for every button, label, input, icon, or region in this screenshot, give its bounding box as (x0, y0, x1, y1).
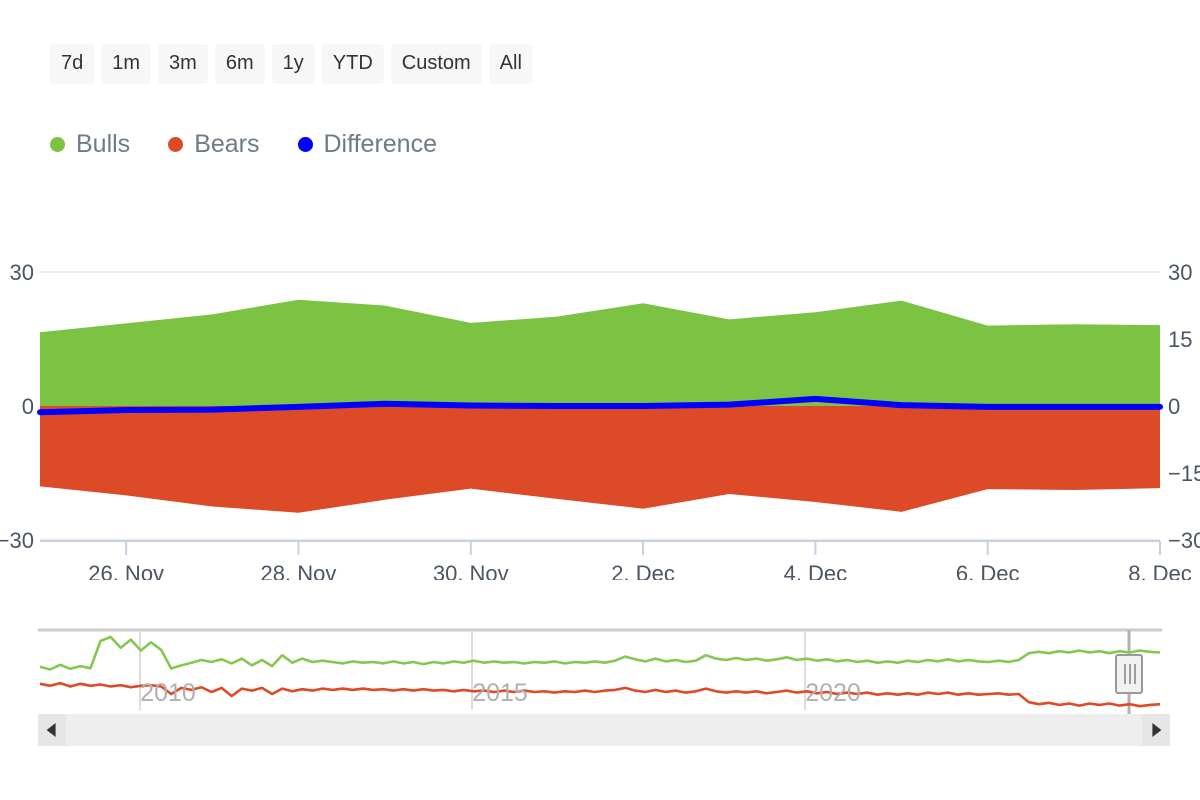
range-button-6m[interactable]: 6m (214, 44, 265, 84)
chart-scrollbar[interactable] (38, 714, 1170, 746)
navigator[interactable]: 2010 2015 2020 (0, 615, 1200, 725)
navigator-line-bears (39, 681, 1161, 708)
legend-item-bulls[interactable]: Bulls (50, 132, 130, 157)
x-axis-tick-label: 6. Dec (956, 561, 1020, 580)
x-axis-tick-label: 4. Dec (784, 561, 848, 580)
y-axis-right-tick: 0 (1168, 394, 1180, 419)
main-chart-svg: 30 0 −30 30 15 0 −15 −30 26. Nov 28. Nov 30. Nov… (0, 260, 1200, 580)
stock-chart: 7d 1m 3m 6m 1y YTD Custom All Bulls Bears Differe… (0, 0, 1200, 800)
navigator-year-label: 2015 (472, 679, 528, 707)
range-button-7d[interactable]: 7d (50, 44, 95, 84)
x-axis-tick-label: 8. Dec (1128, 561, 1192, 580)
area-bears (40, 406, 1160, 513)
scroll-left-button[interactable] (38, 714, 66, 746)
scroll-right-button[interactable] (1142, 714, 1170, 746)
chevron-right-icon (1152, 723, 1162, 737)
navigator-svg[interactable]: 2010 2015 2020 (0, 615, 1200, 725)
y-axis-left-tick: 30 (10, 260, 34, 285)
range-button-ytd[interactable]: YTD (321, 44, 384, 84)
y-axis-left-tick: 0 (22, 394, 34, 419)
plot-area: 30 0 −30 30 15 0 −15 −30 26. Nov 28. Nov 30. Nov… (0, 230, 1200, 580)
x-axis-tick-label: 26. Nov (88, 561, 164, 580)
navigator-year-label: 2020 (805, 679, 861, 707)
x-axis-tick-label: 2. Dec (611, 561, 675, 580)
navigator-frame (38, 628, 1162, 722)
navigator-series (39, 635, 1161, 708)
range-button-1y[interactable]: 1y (271, 44, 315, 84)
x-axis (40, 540, 1161, 555)
x-axis-tick-label: 28. Nov (261, 561, 337, 580)
y-axis-right-tick: 30 (1168, 260, 1192, 285)
range-button-3m[interactable]: 3m (158, 44, 208, 84)
range-button-custom[interactable]: Custom (390, 44, 482, 84)
legend-marker-icon (297, 137, 313, 152)
y-axis-left-tick: −30 (0, 528, 34, 553)
navigator-handle-right[interactable] (1115, 654, 1143, 694)
range-button-1m[interactable]: 1m (101, 44, 152, 84)
y-axis-left-labels: 30 0 −30 (0, 260, 34, 553)
legend-marker-icon (168, 137, 184, 152)
legend-label: Difference (323, 130, 438, 158)
range-selector: 7d 1m 3m 6m 1y YTD Custom All (50, 44, 533, 84)
legend-label: Bulls (76, 130, 131, 158)
navigator-handle-body[interactable] (1115, 654, 1143, 694)
y-axis-right-tick: −30 (1168, 528, 1200, 553)
legend-item-bears[interactable]: Bears (168, 130, 260, 158)
legend-item-difference[interactable]: Difference (297, 130, 438, 158)
x-axis-tick-label: 30. Nov (433, 561, 509, 580)
y-axis-right-labels: 30 15 0 −15 −30 (1168, 260, 1200, 553)
chart-legend: Bulls Bears Difference (50, 132, 437, 157)
y-axis-right-tick: −15 (1168, 461, 1200, 486)
scrollbar-thumb[interactable] (66, 714, 1142, 746)
area-bulls (40, 299, 1160, 406)
range-button-all[interactable]: All (488, 44, 533, 84)
x-axis-labels: 26. Nov 28. Nov 30. Nov 2. Dec 4. Dec 6. Dec 8… (88, 561, 1192, 580)
chevron-left-icon (46, 723, 56, 737)
navigator-year-label: 2010 (140, 679, 196, 707)
legend-marker-icon (50, 137, 65, 152)
navigator-line-bulls (39, 635, 1161, 671)
legend-label: Bears (194, 130, 260, 158)
y-axis-right-tick: 15 (1168, 327, 1192, 352)
